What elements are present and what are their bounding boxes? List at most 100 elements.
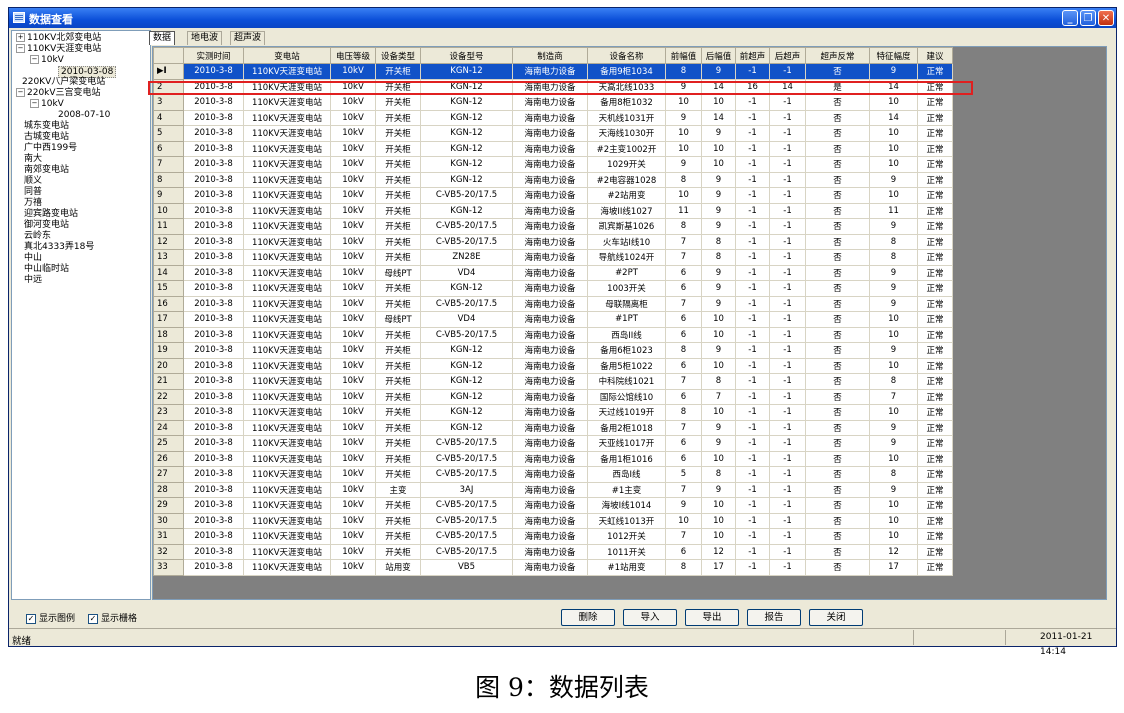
tab-data[interactable]: 数据 [149,31,176,45]
table-cell[interactable]: 10 [665,140,702,157]
export-button[interactable]: 导出 [685,609,739,626]
table-cell[interactable]: 6 [665,543,702,560]
table-cell[interactable]: 正常 [917,543,953,560]
table-cell[interactable]: KGN-12 [420,125,513,142]
table-cell[interactable]: KGN-12 [420,342,513,359]
table-cell[interactable]: KGN-12 [420,109,513,126]
table-cell[interactable]: 2010-3-8 [183,187,244,204]
table-cell[interactable]: 否 [805,187,870,204]
table-cell[interactable]: 6 [665,357,702,374]
table-cell[interactable]: 2010-3-8 [183,326,244,343]
table-cell[interactable]: -1 [769,171,806,188]
table-cell[interactable]: 主变 [375,481,421,498]
table-cell[interactable]: 否 [805,140,870,157]
table-cell[interactable]: 9 [665,109,702,126]
table-cell[interactable]: 母线PT [375,264,421,281]
table-cell[interactable]: 正常 [917,295,953,312]
table-cell[interactable]: 正常 [917,388,953,405]
table-cell[interactable]: 正常 [917,218,953,235]
column-header[interactable]: 制造商 [512,47,588,64]
table-cell[interactable]: -1 [769,450,806,467]
table-cell[interactable]: 备用8柜1032 [587,94,666,111]
table-cell[interactable]: -1 [735,156,770,173]
table-cell[interactable]: 10kV [330,125,376,142]
table-cell[interactable]: -1 [735,357,770,374]
table-cell[interactable]: 110KV天涯变电站 [243,543,331,560]
table-cell[interactable]: -1 [769,404,806,421]
row-number[interactable]: 23 [153,404,184,421]
column-header[interactable]: 设备型号 [420,47,513,64]
table-cell[interactable]: 10kV [330,528,376,545]
close-button[interactable]: 关闭 [809,609,863,626]
table-cell[interactable]: 否 [805,342,870,359]
table-cell[interactable]: -1 [735,404,770,421]
table-row[interactable]: 27 2010-3-8 110KV天涯变电站 10kV 开关柜 C-VB5-20/17.5… [153,466,954,483]
table-cell[interactable]: 110KV天涯变电站 [243,140,331,157]
table-cell[interactable]: 正常 [917,264,953,281]
table-cell[interactable]: 9 [701,187,736,204]
table-cell[interactable]: 10 [665,187,702,204]
table-cell[interactable]: 开关柜 [375,357,421,374]
table-cell[interactable]: 海南电力设备 [512,171,588,188]
table-cell[interactable]: 海南电力设备 [512,326,588,343]
table-cell[interactable]: KGN-12 [420,140,513,157]
table-cell[interactable]: C-VB5-20/17.5 [420,435,513,452]
table-cell[interactable]: KGN-12 [420,280,513,297]
table-cell[interactable]: 9 [869,419,918,436]
table-cell[interactable]: #2主变1002开 [587,140,666,157]
row-number[interactable]: 16 [153,295,184,312]
table-cell[interactable]: 海南电力设备 [512,373,588,390]
tree-item[interactable]: 古城变电站 [24,132,69,142]
table-cell[interactable]: -1 [735,249,770,266]
table-cell[interactable]: 正常 [917,497,953,514]
table-cell[interactable]: 正常 [917,559,953,576]
table-cell[interactable]: 5 [665,466,702,483]
row-number[interactable]: 15 [153,280,184,297]
table-cell[interactable]: 8 [665,404,702,421]
table-cell[interactable]: 110KV天涯变电站 [243,311,331,328]
table-cell[interactable]: 11 [665,202,702,219]
table-cell[interactable]: 110KV天涯变电站 [243,156,331,173]
table-cell[interactable]: 110KV天涯变电站 [243,342,331,359]
table-cell[interactable]: 海南电力设备 [512,559,588,576]
table-cell[interactable]: 10kV [330,295,376,312]
table-cell[interactable]: 2010-3-8 [183,218,244,235]
table-cell[interactable]: 7 [665,373,702,390]
table-cell[interactable]: 2010-3-8 [183,140,244,157]
table-cell[interactable]: 110KV天涯变电站 [243,419,331,436]
table-cell[interactable]: 110KV天涯变电站 [243,187,331,204]
table-cell[interactable]: 1011开关 [587,543,666,560]
table-cell[interactable]: C-VB5-20/17.5 [420,528,513,545]
table-cell[interactable]: 9 [869,481,918,498]
table-cell[interactable]: -1 [735,528,770,545]
table-row[interactable]: 20 2010-3-8 110KV天涯变电站 10kV 开关柜 KGN-12 海南电力设备备… [153,357,954,374]
table-cell[interactable]: 海南电力设备 [512,187,588,204]
table-cell[interactable]: 海南电力设备 [512,435,588,452]
table-cell[interactable]: 否 [805,388,870,405]
table-cell[interactable]: -1 [769,528,806,545]
row-number[interactable]: ▶I [153,63,184,80]
column-header[interactable]: 变电站 [243,47,331,64]
table-cell[interactable]: 9 [869,63,918,80]
table-cell[interactable]: 2010-3-8 [183,171,244,188]
table-cell[interactable]: 海南电力设备 [512,218,588,235]
table-cell[interactable]: 开关柜 [375,187,421,204]
table-cell[interactable]: 凯宾斯基1026 [587,218,666,235]
table-cell[interactable]: 正常 [917,63,953,80]
table-cell[interactable]: #2电容器1028 [587,171,666,188]
table-cell[interactable]: 2010-3-8 [183,373,244,390]
table-cell[interactable]: -1 [769,342,806,359]
tree-item[interactable]: 中山 [24,253,42,263]
collapse-icon[interactable]: − [16,88,25,97]
table-cell[interactable]: 母线PT [375,311,421,328]
column-header[interactable]: 前幅值 [665,47,702,64]
table-cell[interactable]: C-VB5-20/17.5 [420,233,513,250]
row-number[interactable]: 9 [153,187,184,204]
table-cell[interactable]: 12 [869,543,918,560]
table-cell[interactable]: 备用6柜1023 [587,342,666,359]
tab-tev[interactable]: 地电波 [187,31,223,45]
table-cell[interactable]: 10kV [330,156,376,173]
table-cell[interactable]: -1 [735,94,770,111]
table-row[interactable]: 10 2010-3-8 110KV天涯变电站 10kV 开关柜 KGN-12 海南电力设备海… [153,202,954,219]
table-cell[interactable]: 否 [805,419,870,436]
